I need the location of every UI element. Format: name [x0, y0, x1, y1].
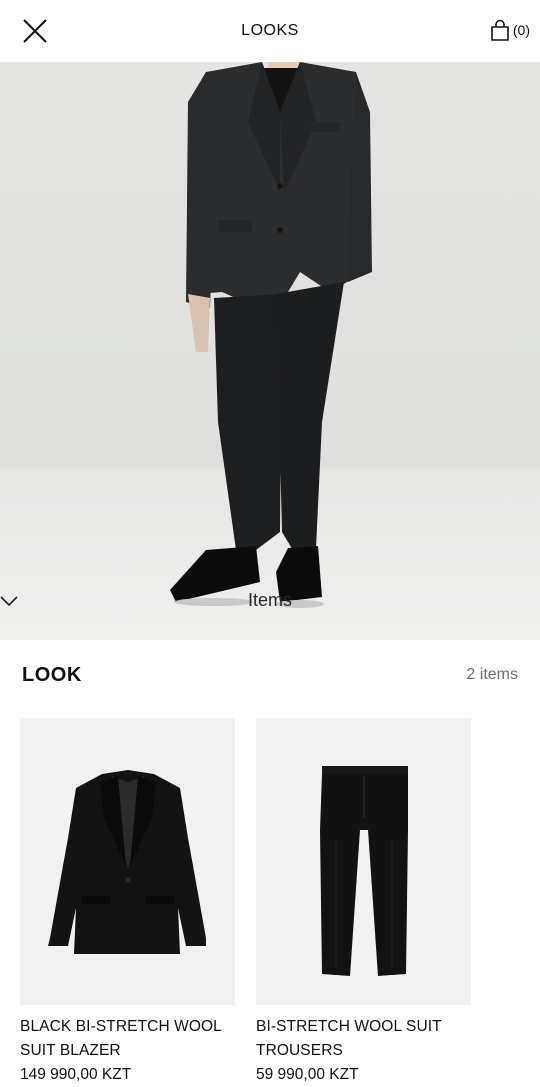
- top-bar: LOOKS (0): [0, 0, 540, 62]
- shopping-bag-button[interactable]: (0): [489, 18, 530, 42]
- shopping-bag-icon: [491, 19, 509, 41]
- blazer-illustration: [48, 770, 206, 954]
- look-hero-image: Items: [0, 62, 540, 640]
- trousers-illustration: [320, 766, 408, 976]
- product-name-line: BLACK BI-STRETCH WOOL: [20, 1018, 222, 1035]
- product-name[interactable]: BLACK BI-STRETCH WOOL SUIT BLAZER: [20, 1015, 235, 1063]
- items-toggle-button[interactable]: Items: [0, 590, 540, 611]
- chevron-down-icon: [0, 596, 18, 606]
- product-image-trousers[interactable]: [256, 718, 471, 1005]
- product-card[interactable]: BLACK BI-STRETCH WOOL SUIT BLAZER 149 99…: [20, 718, 235, 1087]
- product-card[interactable]: BI-STRETCH WOOL SUIT TROUSERS 59 990,00 …: [256, 718, 471, 1087]
- model-suit-illustration: [170, 62, 372, 608]
- items-count: 2 items: [466, 666, 518, 683]
- items-label: Items: [247, 590, 292, 610]
- product-image-blazer[interactable]: [20, 718, 235, 1005]
- product-list: BLACK BI-STRETCH WOOL SUIT BLAZER 149 99…: [20, 718, 471, 1087]
- look-section-header: LOOK 2 items: [22, 660, 518, 690]
- product-name-line: BI-STRETCH WOOL SUIT: [256, 1018, 442, 1035]
- product-name[interactable]: BI-STRETCH WOOL SUIT TROUSERS: [256, 1015, 471, 1063]
- product-name-line: SUIT BLAZER: [20, 1042, 121, 1059]
- product-price: 149 990,00 KZT: [20, 1066, 132, 1083]
- look-title: LOOK: [22, 663, 82, 686]
- bag-count: (0): [512, 22, 530, 38]
- close-icon: [23, 19, 47, 43]
- page-title: LOOKS: [241, 22, 299, 39]
- close-button[interactable]: [22, 18, 48, 44]
- product-price: 59 990,00 KZT: [256, 1066, 359, 1083]
- product-name-line: TROUSERS: [256, 1042, 343, 1059]
